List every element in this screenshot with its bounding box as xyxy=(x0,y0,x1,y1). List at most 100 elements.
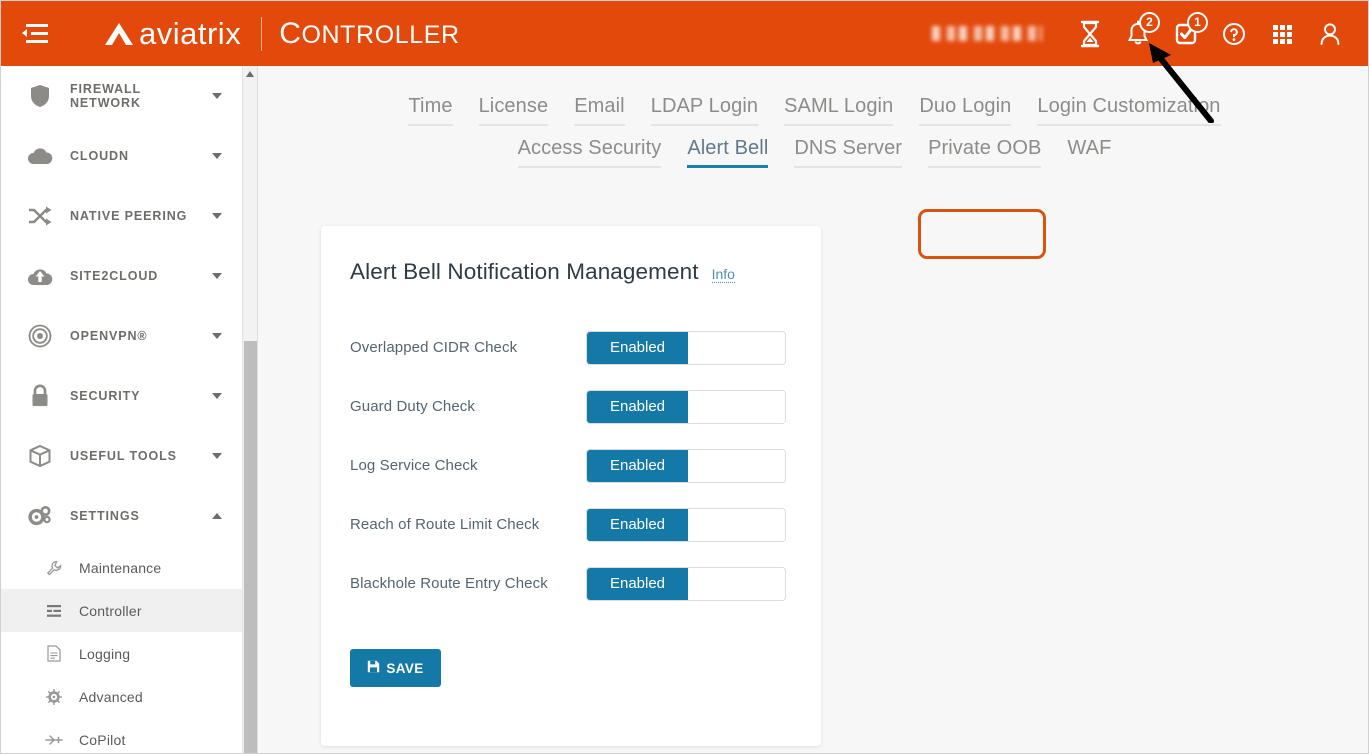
cloud-icon xyxy=(25,146,55,166)
bell-badge-count: 2 xyxy=(1139,12,1160,33)
brand-name: aviatrix xyxy=(139,16,241,52)
floppy-save-icon xyxy=(367,660,380,676)
tab-time[interactable]: Time xyxy=(395,95,465,128)
product-name: CONTROLLER xyxy=(279,17,459,51)
bell-icon[interactable]: 2 xyxy=(1114,10,1162,58)
chevron-down-icon xyxy=(212,333,222,339)
row-label: Reach of Route Limit Check xyxy=(350,516,586,533)
gears-icon xyxy=(25,504,55,528)
tab-waf[interactable]: WAF xyxy=(1054,137,1124,170)
account-name-redacted xyxy=(932,26,1042,41)
sidebar-item-logging[interactable]: Logging xyxy=(1,632,242,675)
sidebar-item-site2cloud[interactable]: SITE2CLOUD xyxy=(1,246,242,306)
sidebar-label: SITE2CLOUD xyxy=(70,269,212,283)
card-header: Alert Bell Notification Management Info xyxy=(321,226,821,285)
chevron-down-icon xyxy=(212,393,222,399)
toggle-state-label: Enabled xyxy=(587,509,688,541)
sidebar-item-firewall-network[interactable]: FIREWALL NETWORK xyxy=(1,66,242,126)
toggle-log-service-check[interactable]: Enabled xyxy=(586,449,786,483)
gear-icon xyxy=(43,689,65,705)
hamburger-bar xyxy=(26,24,48,27)
toggle-reach-of-route-limit-check[interactable]: Enabled xyxy=(586,508,786,542)
annotation-highlight-box xyxy=(918,209,1046,259)
sidebar-label: CoPilot xyxy=(79,732,126,748)
tab-alert-bell[interactable]: Alert Bell xyxy=(674,137,781,170)
apps-grid-icon[interactable] xyxy=(1258,10,1306,58)
chevron-down-icon xyxy=(212,453,222,459)
sidebar-label: SETTINGS xyxy=(70,509,212,523)
row-guard-duty-check: Guard Duty Check Enabled xyxy=(350,377,821,436)
sidebar-item-advanced[interactable]: Advanced xyxy=(1,675,242,718)
tab-row-secondary: Access Security Alert Bell DNS Server Pr… xyxy=(259,137,1369,170)
toggle-state-label: Enabled xyxy=(587,391,688,423)
toggle-blackhole-route-entry-check[interactable]: Enabled xyxy=(586,567,786,601)
save-button[interactable]: SAVE xyxy=(350,649,441,687)
wrench-icon xyxy=(43,560,65,576)
left-sidebar: FIREWALL NETWORK CLOUDN NATIVE PEERING xyxy=(1,66,243,754)
sidebar-label: SECURITY xyxy=(70,389,212,403)
list-icon xyxy=(43,604,65,618)
toggle-state-label: Enabled xyxy=(587,332,688,364)
sidebar-item-copilot[interactable]: CoPilot xyxy=(1,718,242,754)
scrollbar-thumb[interactable] xyxy=(244,341,257,754)
product-initial: C xyxy=(279,17,301,50)
info-link[interactable]: Info xyxy=(712,267,735,283)
product-rest: ONTROLLER xyxy=(301,21,459,49)
sidebar-item-useful-tools[interactable]: USEFUL TOOLS xyxy=(1,426,242,486)
row-label: Overlapped CIDR Check xyxy=(350,339,586,356)
chevron-down-icon xyxy=(212,93,222,99)
sidebar-item-settings[interactable]: SETTINGS xyxy=(1,486,242,546)
chevron-down-icon xyxy=(212,273,222,279)
toggle-state-label: Enabled xyxy=(587,568,688,600)
box-icon xyxy=(25,444,55,468)
scroll-up-arrow-icon[interactable] xyxy=(246,71,254,77)
sidebar-scrollbar[interactable] xyxy=(243,66,258,754)
sidebar-item-maintenance[interactable]: Maintenance xyxy=(1,546,242,589)
plane-icon xyxy=(43,734,65,746)
toggle-track xyxy=(688,450,785,482)
tab-dns-server[interactable]: DNS Server xyxy=(781,137,915,170)
user-account-icon[interactable] xyxy=(1306,10,1354,58)
brand-logo[interactable]: aviatrix CONTROLLER xyxy=(102,16,460,52)
sidebar-label: Maintenance xyxy=(79,560,161,576)
document-icon xyxy=(43,645,65,662)
toggle-track xyxy=(688,568,785,600)
tab-email[interactable]: Email xyxy=(561,95,638,128)
sidebar-label: Controller xyxy=(79,603,142,619)
sidebar-item-openvpn[interactable]: OPENVPN® xyxy=(1,306,242,366)
toggle-guard-duty-check[interactable]: Enabled xyxy=(586,390,786,424)
tab-saml-login[interactable]: SAML Login xyxy=(771,95,906,128)
tab-license[interactable]: License xyxy=(466,95,562,128)
tab-duo-login[interactable]: Duo Login xyxy=(906,95,1024,128)
sidebar-label: USEFUL TOOLS xyxy=(70,449,212,463)
shield-icon xyxy=(25,84,55,108)
sidebar-label: FIREWALL NETWORK xyxy=(70,82,212,110)
sidebar-label: NATIVE PEERING xyxy=(70,209,212,223)
task-check-icon[interactable]: 1 xyxy=(1162,10,1210,58)
tab-private-oob[interactable]: Private OOB xyxy=(915,137,1054,170)
toggle-overlapped-cidr-check[interactable]: Enabled xyxy=(586,331,786,365)
brand-divider xyxy=(261,17,262,51)
sidebar-item-cloudn[interactable]: CLOUDN xyxy=(1,126,242,186)
sidebar-item-controller[interactable]: Controller xyxy=(1,589,242,632)
hourglass-icon[interactable] xyxy=(1066,10,1114,58)
row-overlapped-cidr-check: Overlapped CIDR Check Enabled xyxy=(350,318,821,377)
tab-login-customization[interactable]: Login Customization xyxy=(1024,95,1233,128)
sidebar-item-security[interactable]: SECURITY xyxy=(1,366,242,426)
row-log-service-check: Log Service Check Enabled xyxy=(350,436,821,495)
aviatrix-controller-app: aviatrix CONTROLLER 2 xyxy=(0,0,1369,754)
aviatrix-chevron-icon xyxy=(102,20,136,48)
shuffle-icon xyxy=(25,205,55,227)
sidebar-label: Advanced xyxy=(79,689,143,705)
tab-ldap-login[interactable]: LDAP Login xyxy=(638,95,771,128)
toggle-state-label: Enabled xyxy=(587,450,688,482)
tab-access-security[interactable]: Access Security xyxy=(505,137,675,170)
collapse-menu-icon[interactable] xyxy=(22,23,48,45)
sidebar-item-native-peering[interactable]: NATIVE PEERING xyxy=(1,186,242,246)
toggle-track xyxy=(688,509,785,541)
help-icon[interactable] xyxy=(1210,10,1258,58)
page-title: Alert Bell Notification Management xyxy=(350,259,699,285)
collapse-arrow xyxy=(22,29,27,37)
sidebar-label: Logging xyxy=(79,646,130,662)
cloud-upload-icon xyxy=(25,265,55,287)
